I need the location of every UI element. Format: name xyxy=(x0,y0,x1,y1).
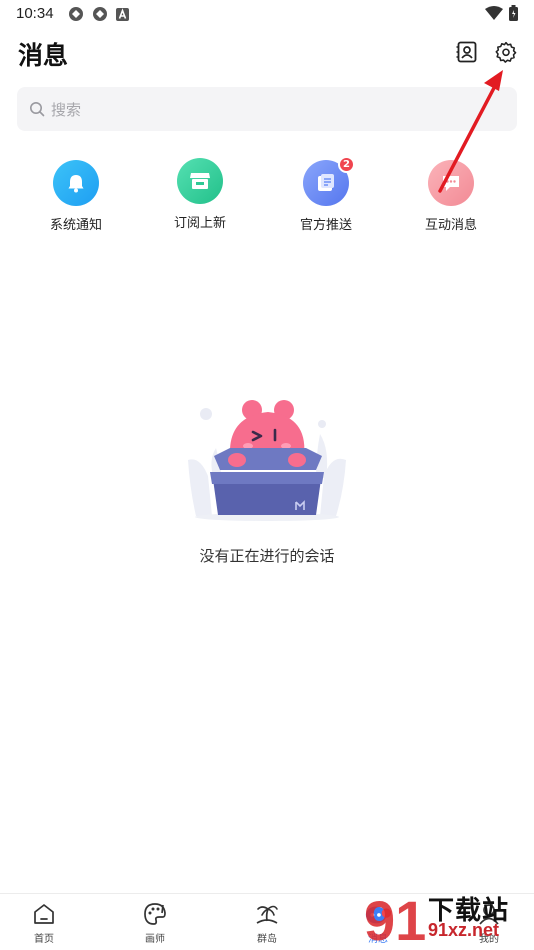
status-bar: 10:34 xyxy=(0,0,534,28)
search-icon xyxy=(30,102,45,117)
nav-item-islands[interactable]: 群岛 xyxy=(232,900,302,945)
palette-icon xyxy=(144,903,166,925)
entry-label: 互动消息 xyxy=(424,218,477,233)
status-notification-icons xyxy=(68,6,129,22)
empty-mascot-illustration xyxy=(188,400,346,521)
settings-button[interactable] xyxy=(492,38,520,66)
entry-icon-circle xyxy=(428,160,474,206)
status-time: 10:34 xyxy=(16,5,54,22)
entry-interaction[interactable]: 互动消息 xyxy=(401,160,501,233)
unread-badge: 2 xyxy=(338,156,355,173)
wifi-icon xyxy=(485,6,503,20)
search-input[interactable]: 搜索 xyxy=(17,87,517,131)
nav-label: 画师 xyxy=(145,934,165,945)
entry-icon-circle xyxy=(177,158,223,204)
shop-icon xyxy=(190,173,210,189)
watermark-site: 91xz.net xyxy=(428,920,500,940)
nav-label: 首页 xyxy=(34,934,54,945)
entry-system-notice[interactable]: 系统通知 xyxy=(26,160,126,233)
chat-bubble-icon xyxy=(443,176,459,191)
island-icon xyxy=(256,905,278,924)
search-placeholder: 搜索 xyxy=(51,100,82,119)
contacts-card-icon xyxy=(456,41,477,63)
nav-label: 群岛 xyxy=(257,934,277,945)
app-notification-icon xyxy=(93,7,107,21)
page-title: 消息 xyxy=(18,41,69,70)
entry-label: 系统通知 xyxy=(49,218,102,233)
battery-icon xyxy=(509,5,518,21)
entry-label: 官方推送 xyxy=(299,218,352,233)
app-notification-icon xyxy=(69,7,83,21)
document-icon xyxy=(318,174,334,191)
gear-icon xyxy=(495,41,517,63)
nav-item-artists[interactable]: 画师 xyxy=(120,900,190,945)
watermark-logo: 91 xyxy=(364,889,426,950)
a-letter-icon xyxy=(116,7,129,21)
empty-state-text: 没有正在进行的会话 xyxy=(199,547,335,565)
nav-item-home[interactable]: 首页 xyxy=(9,900,79,945)
contacts-button[interactable] xyxy=(453,38,481,66)
entry-icon-circle: 2 xyxy=(303,156,355,206)
svg-text:91: 91 xyxy=(364,889,426,950)
entry-subscription[interactable]: 订阅上新 xyxy=(150,158,250,231)
site-watermark: 91 下载站 91xz.net xyxy=(360,886,534,950)
entry-official-push[interactable]: 2 官方推送 xyxy=(276,156,376,233)
status-system-icons xyxy=(485,5,518,21)
bell-icon xyxy=(68,175,84,193)
home-icon xyxy=(34,904,54,924)
entry-label: 订阅上新 xyxy=(173,216,226,231)
entry-icon-circle xyxy=(53,160,99,206)
